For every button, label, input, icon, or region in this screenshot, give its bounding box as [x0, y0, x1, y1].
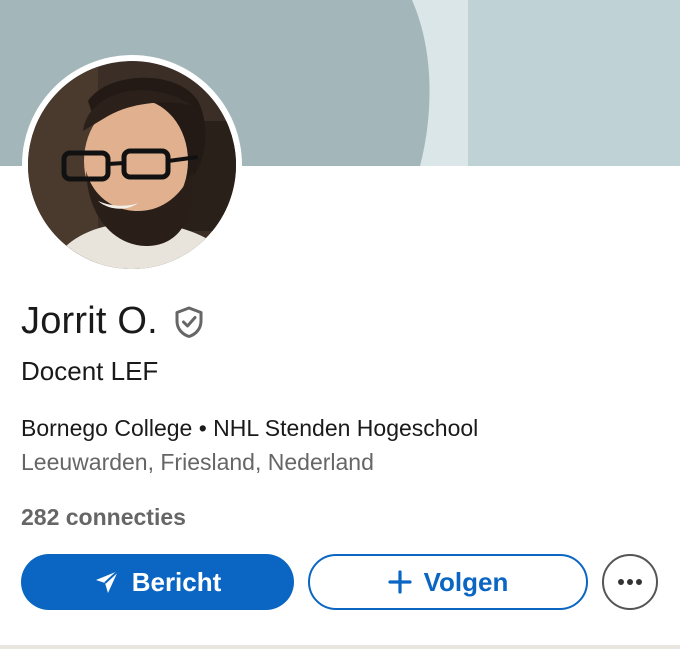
connections-count[interactable]: 282 connecties: [21, 504, 186, 531]
follow-button-label: Volgen: [423, 566, 509, 597]
send-icon: [94, 569, 120, 595]
message-button[interactable]: Bericht: [21, 554, 294, 610]
profile-location: Leeuwarden, Friesland, Nederland: [21, 449, 374, 475]
plus-icon: [388, 570, 412, 594]
shield-check-icon[interactable]: [172, 305, 206, 339]
profile-photo: [28, 61, 236, 269]
profile-organizations[interactable]: Bornego College • NHL Stenden Hogeschool: [21, 415, 478, 442]
name-row: Jorrit O.: [21, 300, 206, 343]
avatar[interactable]: [22, 55, 242, 275]
follow-button[interactable]: Volgen: [308, 554, 588, 610]
message-button-label: Bericht: [131, 566, 222, 597]
more-button[interactable]: [602, 554, 658, 610]
section-divider: [0, 645, 680, 649]
profile-headline: Docent LEF: [21, 356, 159, 386]
more-icon: [617, 578, 643, 586]
profile-name: Jorrit O.: [21, 300, 158, 342]
